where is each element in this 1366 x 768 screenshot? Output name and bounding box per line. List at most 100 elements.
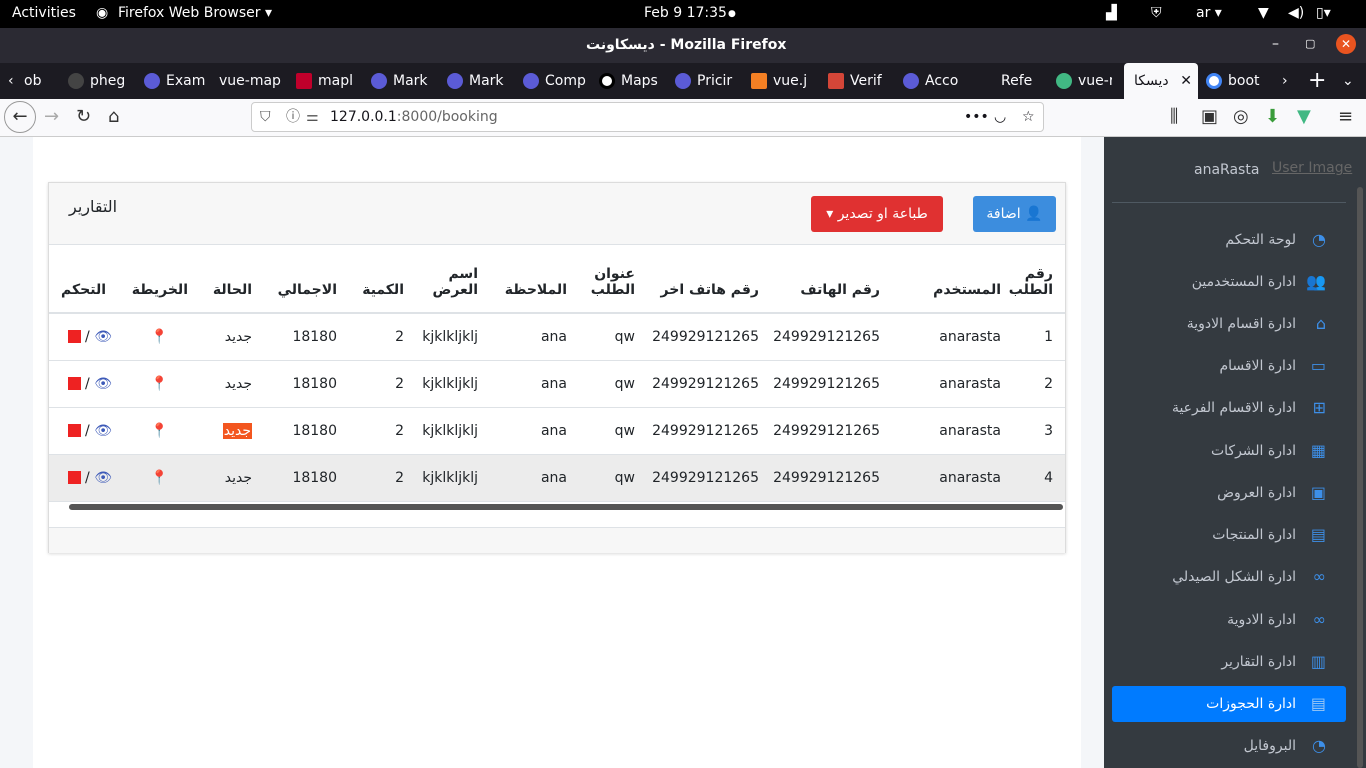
column-header[interactable]: الاجمالي [258,245,343,314]
app-menu[interactable]: Firefox Web Browser ▾ [118,5,272,21]
column-header[interactable]: رقم هاتف اخر [641,245,765,314]
column-header[interactable]: الحالة [194,245,258,314]
sidebar-item[interactable]: ادارة الاقسام الفرعية ⊞ [1112,390,1346,426]
permissions-icon[interactable]: ⚌ [306,103,319,131]
tab[interactable]: Verif [828,63,888,99]
table-row[interactable]: 3 anarasta 249929121265 249929121265 qw ana kj… [49,407,1065,455]
sidebar-item[interactable]: ادارة اقسام الادوية ⌂ [1112,306,1346,342]
sidebar-item[interactable]: ادارة الحجوزات ▤ [1112,686,1346,722]
reload-icon[interactable]: ↻ [76,107,91,127]
sidebar-item[interactable]: ادارة العروض ▣ [1112,475,1346,511]
address-bar[interactable]: ⛉ ⓘ ⚌ 127.0.0.1:8000/booking ••• ◡ ☆ [251,102,1044,132]
tab[interactable]: vue.j [751,63,807,99]
pocket-icon[interactable]: ◡ [994,103,1006,131]
list-tabs-icon[interactable]: ⌄ [1342,63,1356,99]
tab-active[interactable]: ديسكا ✕ [1124,63,1198,99]
column-header[interactable]: عنوان الطلب [573,245,641,314]
user-image[interactable]: User Image [1272,160,1352,176]
sidebar-item[interactable]: ادارة الشكل الصيدلي ∞ [1112,559,1346,595]
tab[interactable]: vue-map [219,63,283,99]
tabs-scroll-right-icon[interactable]: › [1282,63,1294,99]
sidebar-item[interactable]: لوحة التحكم ◔ [1112,222,1346,258]
account-icon[interactable]: ◎ [1233,107,1249,127]
sidebar-item[interactable]: البروفايل ◔ [1112,728,1346,764]
bookmark-star-icon[interactable]: ☆ [1022,103,1035,131]
table-row[interactable]: 1 anarasta 249929121265 249929121265 qw ana kj… [49,313,1065,361]
tab[interactable]: Acco [903,63,961,99]
column-header[interactable]: رقم الهاتف [765,245,886,314]
column-header[interactable]: التحكم [49,245,112,314]
tab[interactable]: Exam [144,63,210,99]
sidebar-toggle-icon[interactable]: ▣ [1201,107,1218,127]
tab[interactable]: vue-r [1056,63,1112,99]
delete-icon[interactable] [67,377,81,390]
tab[interactable]: Mark [447,63,511,99]
table-row[interactable]: 2 anarasta 249929121265 249929121265 qw ana kj… [49,360,1065,408]
activities-button[interactable]: Activities [12,5,76,21]
library-icon[interactable]: ⫼ [1170,107,1178,127]
view-eye-icon[interactable]: 👁 [94,376,112,392]
column-header[interactable]: الملاحظة [484,245,573,314]
menu-icon[interactable]: ≡ [1338,107,1353,127]
sidebar-item[interactable]: ادارة الادوية ∞ [1112,602,1346,638]
sidebar-item[interactable]: ادارة التقارير ▥ [1112,644,1346,680]
sidebar-item[interactable]: ادارة المستخدمين 👥 [1112,264,1346,300]
column-header[interactable]: رقم الطلب [1007,245,1065,314]
delete-icon[interactable] [67,471,81,484]
tabs-scroll-left-icon[interactable]: ‹ [8,63,22,99]
new-tab-icon[interactable]: + [1308,63,1328,99]
sidebar-item[interactable]: ادارة الاقسام ▭ [1112,348,1346,384]
map-marker-icon[interactable]: 📍 [151,329,168,345]
sidebar-scrollbar[interactable] [1357,187,1363,768]
table-horizontal-scrollbar[interactable] [69,504,1063,510]
home-icon[interactable]: ⌂ [108,107,119,127]
maximize-button[interactable]: ▢ [1305,37,1315,50]
back-arrow-icon[interactable]: ← [4,101,36,133]
system-monitor-icon[interactable]: ▟ [1106,5,1117,21]
tab[interactable]: ob [24,63,46,99]
receipt-icon: ▥ [1310,652,1326,671]
volume-icon[interactable]: ◀) [1288,5,1304,21]
tab[interactable]: boot [1206,63,1264,99]
column-header[interactable]: الخريطة [112,245,194,314]
tab[interactable]: pheg [68,63,138,99]
close-tab-icon[interactable]: ✕ [1180,63,1192,99]
forward-arrow-icon[interactable]: → [44,107,59,127]
map-marker-icon[interactable]: 📍 [151,376,168,392]
sidebar-item[interactable]: ادارة الشركات ▦ [1112,433,1346,469]
info-icon[interactable]: ⓘ [286,103,300,131]
table-row[interactable]: 4 anarasta 249929121265 249929121265 qw ana kj… [49,454,1065,502]
vue-devtools-icon[interactable]: ▼ [1297,107,1311,127]
column-header[interactable]: الكمية [343,245,410,314]
shield-icon[interactable]: ⛉ [260,103,271,131]
battery-icon[interactable]: ▯▾ [1316,5,1331,21]
user-name[interactable]: anaRasta [1194,162,1259,178]
tab[interactable]: Mark [371,63,435,99]
extension-icon[interactable]: ⬇ [1265,107,1280,127]
sidebar-item[interactable]: ادارة المنتجات ▤ [1112,517,1346,553]
close-window-button[interactable]: ✕ [1336,34,1356,54]
map-marker-icon[interactable]: 📍 [151,423,168,439]
tab[interactable]: Comp [523,63,587,99]
clock[interactable]: Feb 9 17:35 [644,5,727,21]
page-actions-icon[interactable]: ••• [964,103,989,131]
table-cell: anarasta [886,407,1007,455]
wifi-icon[interactable]: ▼ [1258,5,1269,21]
view-eye-icon[interactable]: 👁 [94,423,112,439]
column-header[interactable]: المستخدم [886,245,1007,314]
column-header[interactable]: اسم العرض [410,245,484,314]
tab[interactable]: Maps [599,63,663,99]
tab[interactable]: Pricir [675,63,739,99]
view-eye-icon[interactable]: 👁 [94,329,112,345]
map-marker-icon[interactable]: 📍 [151,470,168,486]
shield-icon[interactable]: ⛨ [1151,5,1162,21]
export-dropdown-button[interactable]: ▾ طباعة او تصدير [811,196,943,232]
delete-icon[interactable] [67,424,81,437]
view-eye-icon[interactable]: 👁 [94,470,112,486]
language-indicator[interactable]: ar ▾ [1196,5,1222,21]
tab[interactable]: Refe [1001,63,1035,99]
add-button[interactable]: اضافة 👤 [973,196,1056,232]
minimize-button[interactable]: – [1272,36,1279,52]
tab[interactable]: mapl [296,63,362,99]
delete-icon[interactable] [67,330,81,344]
